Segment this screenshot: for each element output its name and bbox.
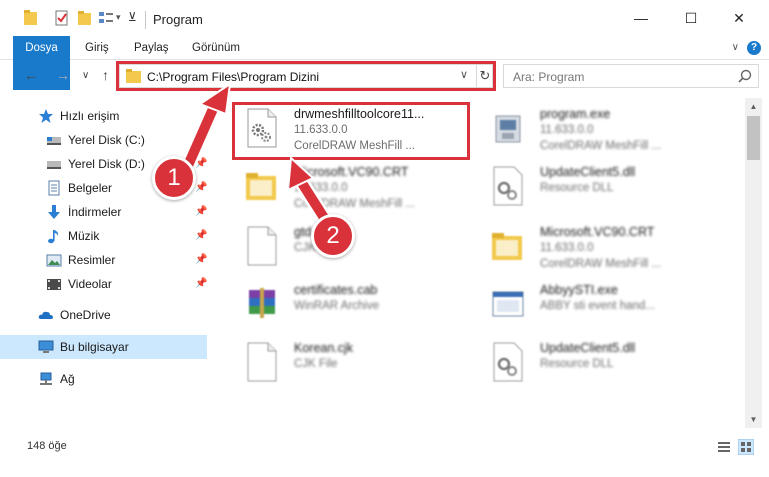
arrow-1-icon — [178, 81, 232, 178]
callout-arrows — [178, 81, 336, 232]
step-2-badge: 2 — [311, 214, 355, 258]
step-1-badge: 1 — [152, 156, 196, 200]
arrow-2-icon — [286, 155, 336, 232]
